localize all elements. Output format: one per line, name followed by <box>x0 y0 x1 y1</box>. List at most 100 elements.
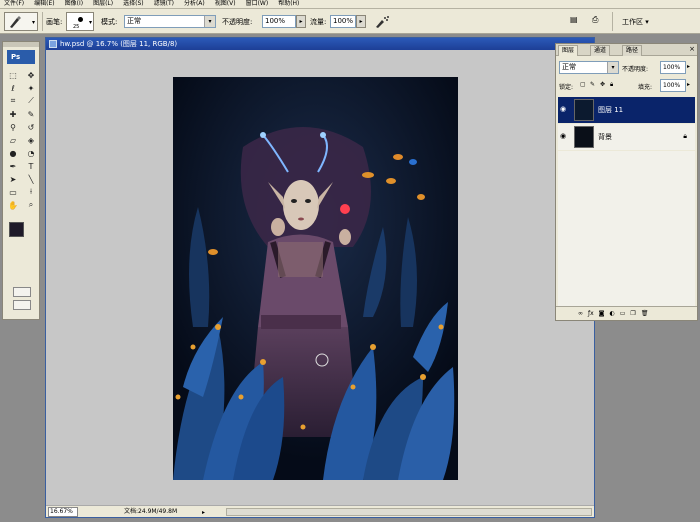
zoom-tool-icon[interactable]: ⌕ <box>23 199 39 211</box>
tool-preset-picker[interactable]: ▾ <box>4 12 38 31</box>
airbrush-icon <box>376 16 389 28</box>
screen-mode-button[interactable] <box>13 300 31 310</box>
new-layer-icon[interactable]: ❐ <box>630 310 635 317</box>
pen-tool-icon[interactable]: ✒ <box>5 160 21 172</box>
healing-brush-tool-icon[interactable]: ✚ <box>5 108 21 120</box>
workspace-button[interactable]: 工作区 ▾ <box>622 17 649 27</box>
notes-tool-icon[interactable]: ▭ <box>5 186 21 198</box>
layer-thumbnail <box>574 99 594 121</box>
horizontal-scrollbar[interactable] <box>226 508 592 516</box>
chevron-down-icon: ▾ <box>88 19 92 26</box>
tab-paths[interactable]: 路径 <box>622 45 643 56</box>
menu-item[interactable]: 图层(L) <box>93 0 113 8</box>
layer-opacity-input[interactable]: 100% <box>660 61 686 74</box>
layer-style-icon[interactable]: ƒx <box>588 310 594 317</box>
delete-layer-icon[interactable]: 🗑︎ <box>641 310 649 317</box>
layer-mask-icon[interactable]: ◙ <box>599 310 605 317</box>
clone-stamp-tool-icon[interactable]: ⚲ <box>5 121 21 133</box>
eye-icon[interactable]: ◉ <box>560 132 570 140</box>
file-browser-icon[interactable]: ▤ <box>570 15 578 24</box>
toolbox-grip[interactable] <box>3 42 39 47</box>
mode-select[interactable]: 正常 ▾ <box>124 15 216 28</box>
quick-mask-button[interactable] <box>13 287 31 297</box>
menu-item[interactable]: 帮助(H) <box>278 0 299 8</box>
opacity-slider-toggle[interactable]: ▸ <box>296 15 306 28</box>
menu-item[interactable]: 文件(F) <box>4 0 24 8</box>
lock-position-icon[interactable]: ✥ <box>600 81 605 88</box>
menu-item[interactable]: 分析(A) <box>184 0 205 8</box>
brush-picker[interactable]: 25 ▾ <box>66 12 94 31</box>
layer-opacity-slider-toggle[interactable]: ▸ <box>687 63 690 70</box>
brush-tool-icon[interactable]: ✎ <box>23 108 39 120</box>
eyedropper-tool-icon[interactable]: ⟊ <box>23 186 39 198</box>
eye-icon[interactable]: ◉ <box>560 105 570 113</box>
document-titlebar[interactable]: hw.psd @ 16.7% (图层 11, RGB/8) <box>46 38 594 50</box>
lock-transparency-icon[interactable]: ▢ <box>580 81 586 88</box>
flow-input[interactable]: 100% <box>330 15 356 28</box>
layers-list-empty-area[interactable] <box>558 151 695 307</box>
status-bar: 16.67% 文档:24.9M/49.8M ▸ <box>46 505 594 517</box>
flow-slider-toggle[interactable]: ▸ <box>356 15 366 28</box>
close-icon[interactable]: × <box>689 45 695 53</box>
layers-panel-footer: ∞ ƒx ◙ ◐ ▭ ❐ 🗑︎ <box>556 306 697 320</box>
menu-item[interactable]: 视图(V) <box>215 0 236 8</box>
menu-item[interactable]: 选择(S) <box>123 0 144 8</box>
ps-logo[interactable]: Ps <box>7 50 35 64</box>
layer-thumbnail <box>574 126 594 148</box>
tab-channels[interactable]: 通道 <box>590 45 611 56</box>
blend-mode-select[interactable]: 正常 ▾ <box>559 61 619 74</box>
eraser-tool-icon[interactable]: ▱ <box>5 134 21 146</box>
slice-tool-icon[interactable]: ⟋ <box>23 95 39 107</box>
layer-name: 图层 11 <box>598 106 624 114</box>
lasso-tool-icon[interactable]: ℓ <box>5 82 21 94</box>
menu-item[interactable]: 编辑(E) <box>34 0 54 8</box>
line-tool-icon[interactable]: ╲ <box>23 173 39 185</box>
move-tool-icon[interactable]: ✥ <box>23 69 39 81</box>
toolbox: Ps ⬚ ✥ ℓ ✦ ⌗ ⟋ ✚ ✎ ⚲ ↺ ▱ ◈ ● ◔ ✒ T ➤ ╲ ▭… <box>2 41 40 320</box>
menu-item[interactable]: 窗口(W) <box>246 0 269 8</box>
crop-tool-icon[interactable]: ⌗ <box>5 95 21 107</box>
separator <box>612 12 613 31</box>
lock-image-icon[interactable]: ✎ <box>590 81 595 88</box>
mode-buttons <box>13 284 31 313</box>
link-layers-icon[interactable]: ∞ <box>578 310 583 317</box>
adjustment-layer-icon[interactable]: ◐ <box>610 310 615 317</box>
path-selection-tool-icon[interactable]: ➤ <box>5 173 21 185</box>
separator <box>42 12 43 31</box>
airbrush-toggle[interactable] <box>374 15 390 29</box>
hand-tool-icon[interactable]: ✋ <box>5 199 21 211</box>
menu-item[interactable]: 滤镜(T) <box>154 0 174 8</box>
fill-label: 填充: <box>638 84 653 91</box>
blur-tool-icon[interactable]: ● <box>5 147 21 159</box>
dodge-tool-icon[interactable]: ◔ <box>23 147 39 159</box>
document-info: 文档:24.9M/49.8M <box>124 508 178 515</box>
tab-layers[interactable]: 图层 <box>558 45 579 56</box>
opacity-input[interactable]: 100% <box>262 15 296 28</box>
fill-input[interactable]: 100% <box>660 79 686 92</box>
brush-icon <box>10 16 21 28</box>
type-tool-icon[interactable]: T <box>23 160 39 172</box>
lock-label: 锁定: <box>559 84 574 91</box>
lock-all-icon[interactable]: 🔒︎ <box>610 81 613 89</box>
document-icon <box>49 40 57 48</box>
foreground-color[interactable] <box>9 222 24 237</box>
layer-row[interactable]: ◉ 背景 🔒︎ <box>558 124 695 150</box>
menu-item[interactable]: 图像(I) <box>65 0 83 8</box>
canvas[interactable] <box>173 77 458 480</box>
zoom-field[interactable]: 16.67% <box>48 507 78 517</box>
brush-size: 25 <box>73 24 80 30</box>
magic-wand-tool-icon[interactable]: ✦ <box>23 82 39 94</box>
layer-opacity-label: 不透明度: <box>622 66 649 73</box>
options-bar: ▾ 画笔: 25 ▾ 模式: 正常 ▾ 不透明度: 100% ▸ 流量: 100… <box>0 9 700 34</box>
document-title: hw.psd @ 16.7% (图层 11, RGB/8) <box>60 40 178 48</box>
paint-bucket-tool-icon[interactable]: ◈ <box>23 134 39 146</box>
fill-slider-toggle[interactable]: ▸ <box>687 81 690 88</box>
opacity-label: 不透明度: <box>222 18 253 26</box>
history-brush-tool-icon[interactable]: ↺ <box>23 121 39 133</box>
bridge-icon[interactable]: ⎙ <box>592 15 598 25</box>
chevron-down-icon: ▾ <box>31 19 35 26</box>
layer-row[interactable]: ◉ 图层 11 <box>558 97 695 123</box>
status-menu-arrow-icon[interactable]: ▸ <box>202 509 205 516</box>
new-group-icon[interactable]: ▭ <box>620 310 626 317</box>
marquee-tool-icon[interactable]: ⬚ <box>5 69 21 81</box>
